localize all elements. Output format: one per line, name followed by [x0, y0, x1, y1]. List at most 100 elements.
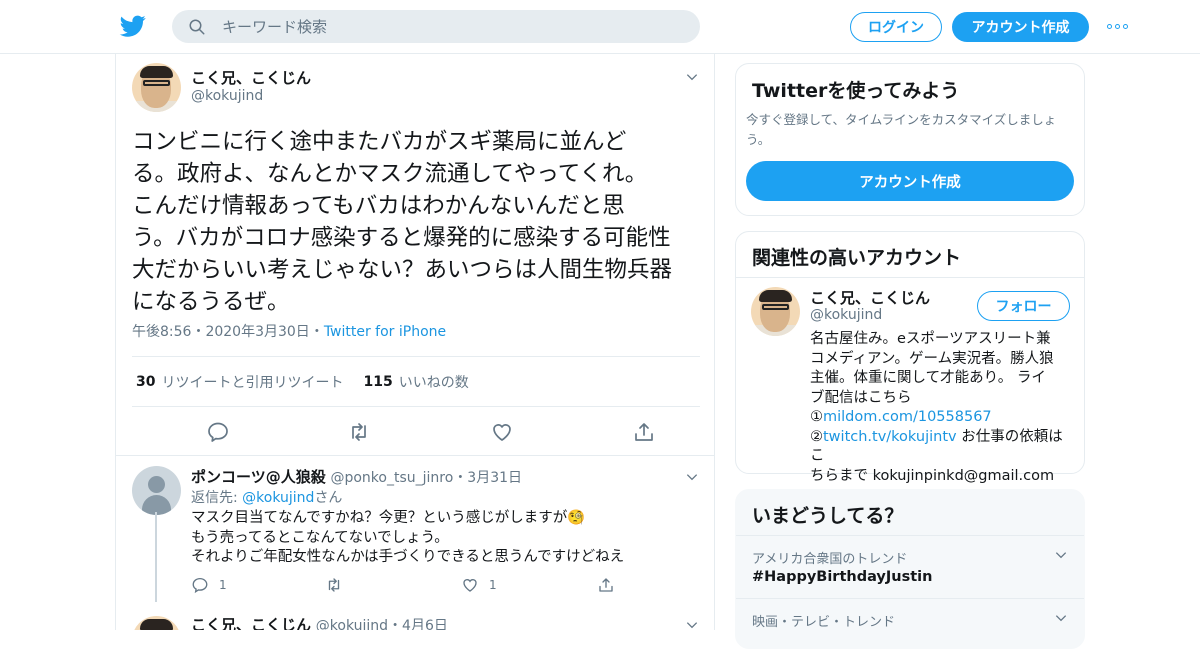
bio-line: ブ配信はこちら: [810, 389, 912, 406]
related-name[interactable]: こく兄、こくじん: [810, 287, 930, 308]
reply-header: こく兄、こくじん @kokujind・4月6日: [191, 614, 448, 630]
more-dots-icon[interactable]: [1107, 20, 1131, 32]
subtitle-line: 今すぐ登録して、タイムラインをカスタマイズしましょ: [746, 112, 1057, 127]
bio-line: ちらまで kokujinpinkd@gmail.com: [810, 467, 1055, 484]
meta-dot: ・: [191, 324, 206, 340]
meta-dot: ・: [309, 324, 324, 340]
bio-line: 名古屋住み。eスポーツアスリート兼: [810, 331, 1051, 347]
trend-title[interactable]: #HappyBirthdayJustin: [752, 569, 932, 585]
search-bar[interactable]: [172, 10, 700, 43]
reply-to: 返信先: @kokujindさん: [191, 487, 342, 507]
reply-author-handle[interactable]: @kokujind: [316, 618, 388, 630]
reply-action-retweet[interactable]: [325, 576, 353, 594]
signup-card-title: Twitterを使ってみよう: [752, 80, 960, 102]
chevron-down-icon[interactable]: [1054, 548, 1068, 562]
bio-line: 主催。体重に関して才能あり。 ライ: [810, 370, 1046, 386]
avatar[interactable]: [132, 616, 181, 630]
reply-icon[interactable]: [206, 420, 230, 444]
related-accounts-card: 関連性の高いアカウント こく兄、こくじん @kokujind フォロー 名古屋住…: [735, 231, 1085, 484]
likes-count[interactable]: 115: [363, 374, 392, 390]
reply-action-like[interactable]: 1: [461, 576, 497, 594]
retweet-icon: [328, 578, 340, 592]
reply-tweet[interactable]: こく兄、こくじん @kokujind・4月6日: [116, 608, 714, 630]
reply-date[interactable]: ・3月31日: [453, 470, 522, 486]
author-handle[interactable]: @kokujind: [191, 88, 263, 104]
signup-card-subtitle: 今すぐ登録して、タイムラインをカスタマイズしましょ う。: [746, 110, 1076, 150]
search-icon: [189, 19, 205, 34]
tweet-line: う。バカがコロナ感染すると爆発的に感染する可能性: [132, 225, 671, 251]
avatar[interactable]: [132, 466, 181, 515]
chevron-down-icon[interactable]: [1054, 611, 1068, 625]
related-title: 関連性の高いアカウント: [752, 247, 962, 269]
bio-link-mildom[interactable]: mildom.com/10558567: [823, 409, 992, 425]
reply-date[interactable]: ・4月6日: [388, 618, 448, 630]
reply-action-reply[interactable]: 1: [191, 576, 227, 594]
reply-text: マスク目当てなんですかね？今更？という感じがしますが🧐 もう売ってるとこなんてな…: [191, 509, 701, 568]
reply-to-suffix: さん: [314, 490, 343, 506]
reply-actions: 1 1: [191, 574, 691, 598]
share-icon[interactable]: [632, 420, 656, 444]
reply-mention[interactable]: @kokujind: [242, 490, 314, 506]
subtitle-line: う。: [746, 132, 771, 147]
follow-button[interactable]: フォロー: [977, 291, 1070, 321]
reply-header: ポンコーツ@人狼殺 @ponko_tsu_jinro・3月31日: [191, 466, 522, 487]
reply-to-prefix: 返信先:: [191, 490, 243, 506]
top-bar: ログイン アカウント作成: [0, 0, 1200, 54]
retweets-label[interactable]: リツイートと引用リツイート: [161, 372, 343, 392]
reply-icon: [192, 577, 208, 594]
avatar[interactable]: [132, 63, 181, 112]
reply-tweet[interactable]: ポンコーツ@人狼殺 @ponko_tsu_jinro・3月31日 返信先: @k…: [116, 456, 714, 608]
trends-title: いまどうしてる？: [752, 505, 904, 527]
tweet-date[interactable]: 2020年3月30日: [205, 324, 309, 340]
reply-line: それよりご年配女性なんかは手づくりできると思うんですけどねえ: [191, 549, 625, 565]
bio-marker: ②: [810, 428, 823, 445]
trend-item[interactable]: アメリカ合衆国のトレンド #HappyBirthdayJustin: [736, 535, 1084, 599]
trend-item[interactable]: 映画・テレビ・トレンド: [736, 598, 1084, 662]
heart-icon: [463, 579, 477, 592]
bio-line: コメディアン。ゲーム実況者。勝人狼: [810, 350, 1054, 367]
reply-author-name[interactable]: こく兄、こくじん: [191, 616, 311, 630]
like-count: 1: [489, 578, 497, 592]
related-handle[interactable]: @kokujind: [810, 307, 882, 323]
trend-category: アメリカ合衆国のトレンド: [752, 552, 908, 567]
tweet-line: こんだけ情報あってもバカはわかんないんだと思: [132, 193, 625, 219]
tweet-meta: 午後8:56・2020年3月30日・Twitter for iPhone: [132, 321, 446, 341]
tweet-line: る。政府よ、なんとかマスク流通してやってくれ。: [132, 161, 648, 187]
share-icon: [599, 578, 613, 592]
signup-button[interactable]: アカウント作成: [952, 12, 1089, 42]
signup-card: Twitterを使ってみよう 今すぐ登録して、タイムラインをカスタマイズしましょ…: [735, 63, 1085, 216]
reply-action-share[interactable]: [597, 576, 615, 594]
tweet-source[interactable]: Twitter for iPhone: [324, 324, 446, 340]
main-column: こく兄、こくじん @kokujind コンビニに行く途中またバカがスギ薬局に並ん…: [115, 54, 715, 630]
chevron-down-icon[interactable]: [685, 618, 699, 630]
retweets-count[interactable]: 30: [136, 374, 155, 390]
tweet-actions: [132, 416, 700, 448]
divider: [736, 277, 1084, 278]
bio-link-twitch[interactable]: twitch.tv/kokujintv: [823, 429, 957, 445]
reply-author-name[interactable]: ポンコーツ@人狼殺: [191, 468, 326, 486]
twitter-bird-icon[interactable]: [119, 13, 147, 39]
login-button[interactable]: ログイン: [850, 12, 942, 42]
reply-author-handle[interactable]: @ponko_tsu_jinro: [330, 470, 453, 486]
heart-icon[interactable]: [490, 420, 514, 444]
bio-line: ①mildom.com/10558567: [810, 408, 1072, 428]
search-input[interactable]: [222, 17, 682, 36]
author-name[interactable]: こく兄、こくじん: [191, 67, 311, 88]
tweet-stats: 30 リツイートと引用リツイート 115 いいねの数: [132, 356, 700, 407]
trend-category: 映画・テレビ・トレンド: [752, 615, 896, 630]
tweet-time[interactable]: 午後8:56: [132, 324, 191, 340]
chevron-down-icon[interactable]: [685, 70, 699, 84]
tweet-line: 大だからいい考えじゃない？あいつらは人間生物兵器: [132, 257, 673, 283]
tweet-line: コンビニに行く途中またバカがスギ薬局に並んど: [132, 129, 627, 155]
avatar[interactable]: [751, 287, 800, 336]
chevron-down-icon[interactable]: [685, 470, 699, 484]
related-bio: 名古屋住み。eスポーツアスリート兼 コメディアン。ゲーム実況者。勝人狼 主催。体…: [810, 330, 1072, 486]
tweet-line: になるうるぜ。: [132, 289, 290, 315]
tweet-text: コンビニに行く途中またバカがスギ薬局に並んど る。政府よ、なんとかマスク流通して…: [132, 126, 702, 318]
retweet-icon[interactable]: [347, 420, 371, 444]
reply-count: 1: [219, 578, 227, 592]
thread-line: [155, 512, 157, 602]
reply-line: もう売ってるとこなんてないでしょう。: [191, 529, 449, 546]
signup-cta-button[interactable]: アカウント作成: [746, 161, 1074, 201]
likes-label[interactable]: いいねの数: [399, 372, 469, 392]
